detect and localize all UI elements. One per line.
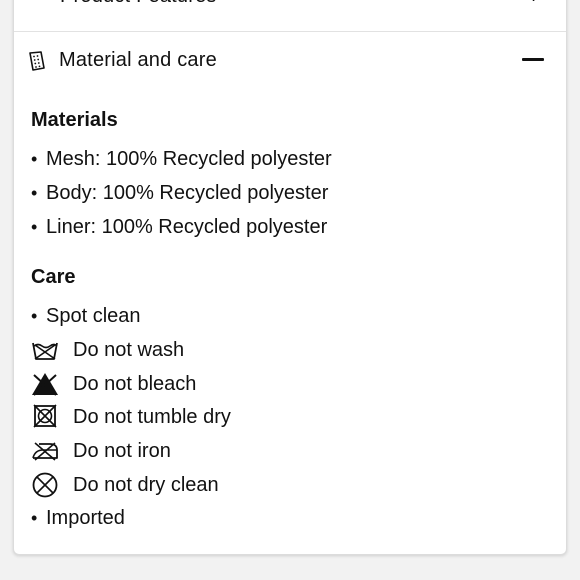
material-item: • Liner: 100% Recycled polyester: [31, 214, 327, 240]
material-item: • Body: 100% Recycled polyester: [31, 180, 328, 206]
accordion-material-and-care[interactable]: Material and care: [14, 32, 566, 90]
care-item: • Imported: [31, 505, 125, 531]
expand-icon[interactable]: +: [527, 0, 540, 9]
material-item: • Mesh: 100% Recycled polyester: [31, 146, 332, 172]
fabric-tag-icon: [29, 51, 45, 71]
care-text: Do not iron: [73, 439, 171, 462]
bullet-icon: •: [31, 305, 38, 326]
care-text: Do not wash: [73, 338, 185, 361]
care-heading: Care: [31, 266, 76, 288]
material-text: Liner: 100% Recycled polyester: [46, 215, 328, 238]
care-item: Do not wash: [31, 337, 184, 363]
care-item: Do not tumble dry: [31, 404, 231, 430]
section-title: Material and care: [59, 49, 217, 71]
bullet-icon: •: [31, 216, 38, 237]
material-text: Body: 100% Recycled polyester: [46, 181, 329, 204]
material-text: Mesh: 100% Recycled polyester: [46, 147, 332, 170]
bullet-icon: •: [31, 148, 38, 169]
care-item: Do not bleach: [31, 371, 196, 397]
care-text: Imported: [46, 506, 125, 529]
care-text: Spot clean: [46, 304, 141, 327]
care-item: Do not iron: [31, 438, 171, 464]
care-item: Do not dry clean: [31, 472, 219, 498]
care-text: Do not tumble dry: [73, 405, 231, 428]
do-not-wash-icon: [31, 337, 59, 363]
product-features-title: Product Features: [60, 0, 217, 8]
do-not-dry-clean-icon: [31, 472, 59, 498]
accordion-card: Product Features + Material and care Mat…: [13, 0, 567, 555]
do-not-tumble-dry-icon: [31, 404, 59, 430]
do-not-bleach-icon: [31, 371, 59, 397]
materials-heading: Materials: [31, 109, 118, 131]
do-not-iron-icon: [31, 438, 59, 464]
bullet-icon: •: [31, 182, 38, 203]
care-item: • Spot clean: [31, 303, 141, 329]
care-text: Do not bleach: [73, 372, 197, 395]
collapse-icon[interactable]: [522, 58, 544, 61]
bullet-icon: •: [31, 507, 38, 528]
care-text: Do not dry clean: [73, 473, 219, 496]
accordion-product-features[interactable]: Product Features +: [14, 0, 566, 31]
